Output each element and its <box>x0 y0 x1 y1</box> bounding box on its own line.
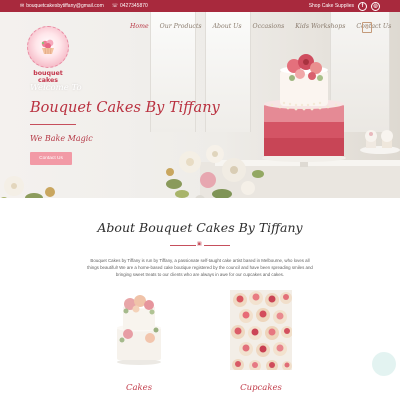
nav-home[interactable]: Home <box>130 23 149 30</box>
hero-flowers-image <box>166 145 264 198</box>
nav-occasions[interactable]: Occasions <box>253 23 285 30</box>
cake-icon: ▣ <box>197 241 202 247</box>
envelope-icon: ✉ <box>20 2 25 9</box>
chat-bubble-icon[interactable] <box>372 352 396 376</box>
top-bar: ✉ bouquetcakesbytiffany@gmail.com ☏ 0427… <box>0 0 400 12</box>
about-divider: ▣ <box>170 241 230 247</box>
instagram-icon[interactable]: ◎ <box>371 1 380 11</box>
hero-title: Bouquet Cakes By Tiffany <box>30 100 220 116</box>
hero-corner-flowers <box>1 176 55 198</box>
shop-supplies-link[interactable]: Shop Cake Supplies <box>309 3 354 9</box>
instagram-glyph: ◎ <box>373 3 378 9</box>
product-cakes[interactable]: Cakes <box>108 290 170 393</box>
phone-icon: ☏ <box>111 2 118 9</box>
facebook-icon[interactable]: f <box>358 1 367 11</box>
about-body: Bouquet Cakes by Tiffany is run by Tiffa… <box>87 258 313 278</box>
phone-link[interactable]: ☏ 0427345870 <box>112 3 148 9</box>
nav-kids-workshops[interactable]: Kids Workshops <box>295 23 345 30</box>
hero-divider <box>30 124 76 125</box>
facebook-letter: f <box>361 3 364 9</box>
hero-banner: Home Our Products About Us Occasions Kid… <box>0 12 400 198</box>
phone-text: 0427345870 <box>120 3 148 9</box>
cakes-label[interactable]: Cakes <box>108 383 170 393</box>
cupcake-icon <box>41 39 54 55</box>
nav-our-products[interactable]: Our Products <box>160 23 202 30</box>
hero-tagline: We Bake Magic <box>30 134 93 143</box>
hero-welcome: Welcome To <box>30 83 82 93</box>
site-logo[interactable]: bouquet cakes <box>24 26 72 84</box>
page: ✉ bouquetcakesbytiffany@gmail.com ☏ 0427… <box>0 0 400 400</box>
hero-cupcakes-image <box>360 130 400 154</box>
email-link[interactable]: ✉ bouquetcakesbytiffany@gmail.com <box>20 3 104 9</box>
product-cupcakes[interactable]: Cupcakes <box>230 290 293 393</box>
cupcakes-label[interactable]: Cupcakes <box>230 383 292 393</box>
cakes-image[interactable] <box>108 290 170 370</box>
cart-count: 0 <box>365 24 369 31</box>
divider-line-right <box>204 244 230 246</box>
cupcakes-image[interactable] <box>230 290 293 372</box>
cart-icon[interactable]: 0 <box>362 22 372 33</box>
nav-about-us[interactable]: About Us <box>213 23 242 30</box>
email-text: bouquetcakesbytiffany@gmail.com <box>26 3 104 9</box>
logo-text: bouquet cakes <box>33 70 63 84</box>
about-title: About Bouquet Cakes By Tiffany <box>97 220 303 235</box>
divider-line-left <box>170 244 196 246</box>
